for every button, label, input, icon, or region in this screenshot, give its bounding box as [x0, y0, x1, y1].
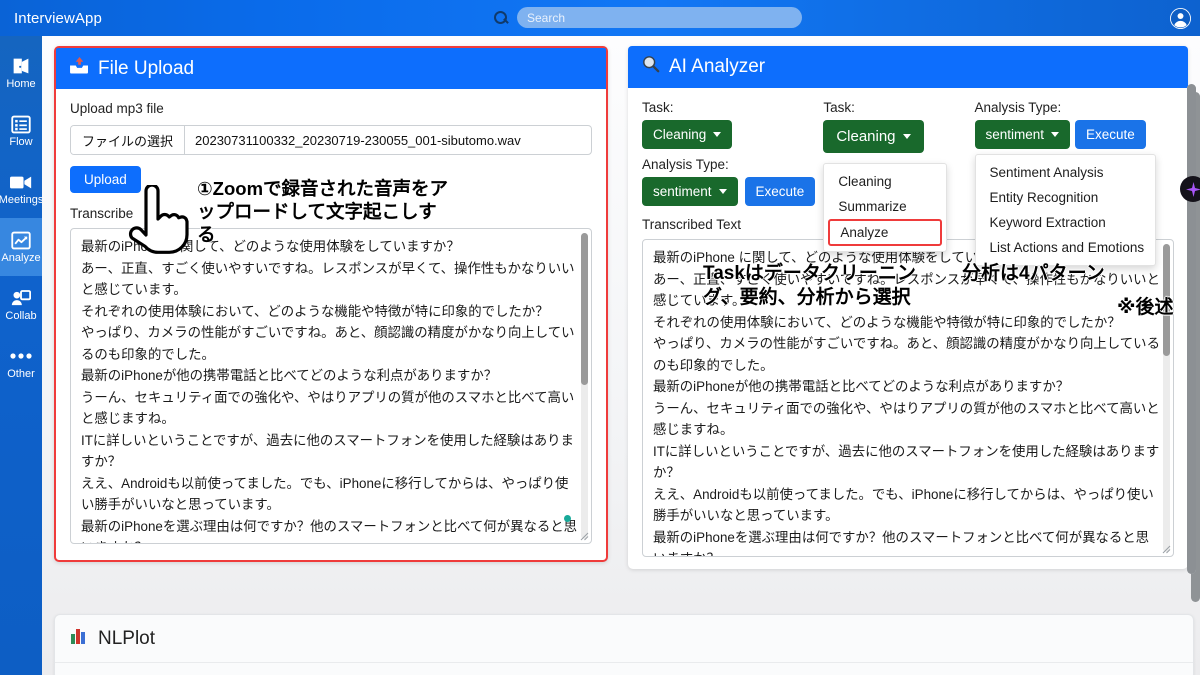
chevron-down-icon	[902, 134, 911, 139]
chevron-down-icon	[1051, 132, 1060, 137]
analysis-menu-item-sentiment[interactable]: Sentiment Analysis	[976, 160, 1155, 185]
analysis-type-dropdown-button-open[interactable]: sentiment	[974, 120, 1071, 149]
sidebar-item-label: Collab	[5, 310, 37, 322]
video-camera-icon	[10, 172, 32, 192]
ellipsis-icon	[10, 346, 32, 366]
analysis-menu-item-entity[interactable]: Entity Recognition	[976, 185, 1155, 210]
sidebar-item-label: Home	[6, 78, 36, 90]
task-menu-item-analyze[interactable]: Analyze	[828, 219, 943, 246]
file-upload-header: File Upload	[56, 48, 606, 89]
task-dropdown-value-open: Cleaning	[836, 128, 896, 145]
analysis-type-value-open: sentiment	[985, 127, 1045, 142]
ai-analyzer-title: AI Analyzer	[669, 56, 766, 77]
main-content: File Upload Upload mp3 file ファイルの選択 2023…	[42, 36, 1200, 675]
transcript-scrollbar[interactable]	[581, 233, 588, 539]
chevron-down-icon	[718, 189, 727, 194]
pointing-hand-cursor	[128, 185, 189, 254]
file-upload-title: File Upload	[98, 57, 195, 79]
controls-primary: Task: Cleaning Analysis Type: sentiment	[642, 100, 816, 237]
sidebar-item-label: Flow	[9, 136, 33, 148]
task-label: Task:	[642, 100, 674, 115]
ai-sparkle-icon[interactable]	[1180, 176, 1200, 202]
sidebar: Home Flow Meetings Analyze Collab Other	[0, 36, 44, 675]
selected-file-name: 20230731100332_20230719-230055_001-sibut…	[195, 132, 521, 148]
account-circle-icon[interactable]	[1170, 8, 1191, 29]
transcribed-text-label: Transcribed Text	[642, 217, 742, 232]
controls-row: Task: Cleaning Analysis Type: sentiment	[642, 100, 1175, 266]
analysis-type-dropdown-button[interactable]: sentiment	[642, 177, 738, 206]
analysis-menu-item-actions[interactable]: List Actions and Emotions	[976, 235, 1155, 260]
resize-grip-icon[interactable]	[580, 532, 589, 541]
line-chart-icon	[10, 230, 32, 250]
analyzer-transcript-scrollbar[interactable]	[1163, 244, 1170, 552]
ai-analyzer-body: Task: Cleaning Analysis Type: sentiment	[628, 88, 1188, 569]
nlplot-title: NLPlot	[98, 627, 156, 649]
transcript-text: 最新のiPhone に関して、どのような使用体験をしていますか？ あー、正直、す…	[81, 239, 578, 543]
analysis-type-label: Analysis Type:	[642, 157, 729, 172]
file-picker[interactable]: ファイルの選択 20230731100332_20230719-230055_0…	[70, 125, 592, 155]
magnifier-icon	[642, 55, 660, 79]
sidebar-item-home[interactable]: Home	[0, 44, 42, 102]
task-dropdown-button-open[interactable]: Cleaning	[823, 120, 924, 153]
analysis-dropdown-open: Analysis Type: sentiment Execute Sentime…	[974, 100, 1175, 266]
file-upload-card: File Upload Upload mp3 file ファイルの選択 2023…	[54, 46, 608, 562]
person-share-icon	[10, 288, 32, 308]
ai-analyzer-header: AI Analyzer	[628, 46, 1188, 88]
execute-button[interactable]: Execute	[744, 177, 816, 206]
sidebar-item-flow[interactable]: Flow	[0, 102, 42, 160]
upload-mp3-label: Upload mp3 file	[70, 101, 164, 116]
annotation-analysis-note-2: ※後述	[1117, 297, 1174, 318]
page-scrollbar[interactable]	[1187, 84, 1196, 574]
sidebar-item-label: Other	[7, 368, 35, 380]
task-dropdown-value: Cleaning	[653, 127, 707, 142]
task-dropdown-open: Task: Cleaning Cleaning Summarize Analyz…	[823, 100, 962, 252]
file-upload-body: Upload mp3 file ファイルの選択 20230731100332_2…	[56, 89, 606, 560]
execute-button-open[interactable]: Execute	[1075, 120, 1146, 149]
chevron-down-icon	[713, 132, 722, 137]
sidebar-item-collab[interactable]: Collab	[0, 276, 42, 334]
annotation-analysis-note: 分析は4パターン	[962, 263, 1105, 284]
analysis-menu-item-keyword[interactable]: Keyword Extraction	[976, 210, 1155, 235]
home-door-icon	[10, 56, 32, 76]
task-dropdown-menu[interactable]: Cleaning Summarize Analyze	[823, 163, 948, 252]
inbox-upload-icon	[70, 57, 89, 80]
annotation-upload-note: ①Zoomで録音された音声をアップロードして文字起こしする	[197, 178, 449, 245]
sidebar-item-analyze[interactable]: Analyze	[0, 218, 42, 276]
bar-chart-icon	[71, 627, 89, 650]
sidebar-item-meetings[interactable]: Meetings	[0, 160, 44, 218]
top-bar: InterviewApp	[0, 0, 1200, 36]
analysis-controls-open: sentiment Execute	[974, 120, 1175, 149]
status-dot	[564, 515, 571, 522]
resize-grip-icon[interactable]	[1162, 545, 1171, 554]
search-icon	[493, 10, 509, 26]
task-dropdown-button[interactable]: Cleaning	[642, 120, 733, 149]
panel-row: File Upload Upload mp3 file ファイルの選択 2023…	[54, 46, 1200, 602]
annotation-task-note: Taskはデータクリーニング、要約、分析から選択	[703, 263, 916, 308]
sidebar-item-other[interactable]: Other	[0, 334, 42, 392]
search-area	[493, 7, 802, 28]
app-window: InterviewApp Home Flow	[0, 0, 1200, 675]
task-menu-item-cleaning[interactable]: Cleaning	[824, 169, 946, 194]
choose-file-button[interactable]: ファイルの選択	[71, 126, 186, 154]
task-menu-item-summarize[interactable]: Summarize	[824, 194, 946, 219]
transcript-textarea[interactable]: 最新のiPhone に関して、どのような使用体験をしていますか？ あー、正直、す…	[70, 228, 592, 544]
app-title: InterviewApp	[14, 9, 102, 27]
analysis-dropdown-menu[interactable]: Sentiment Analysis Entity Recognition Ke…	[974, 154, 1156, 266]
search-input[interactable]	[517, 7, 802, 28]
analysis-type-label-open: Analysis Type:	[974, 100, 1062, 115]
analysis-controls: sentiment Execute	[642, 177, 816, 206]
sidebar-item-label: Analyze	[1, 252, 41, 264]
task-label-open: Task:	[823, 100, 855, 115]
nlplot-header: NLPlot	[55, 615, 1193, 663]
nlplot-card: NLPlot	[54, 614, 1194, 675]
analysis-type-value: sentiment	[653, 184, 712, 199]
list-card-icon	[10, 114, 32, 134]
sidebar-item-label: Meetings	[0, 194, 44, 206]
